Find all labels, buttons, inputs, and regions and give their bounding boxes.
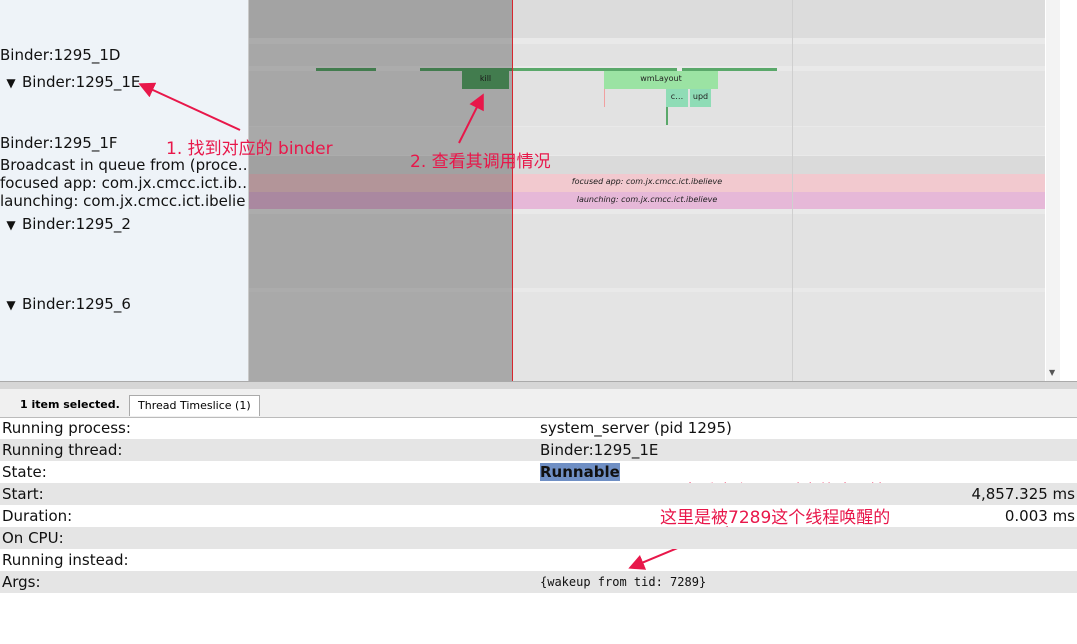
tab-thread-timeslice[interactable]: Thread Timeslice (1) [129, 395, 260, 416]
details-label: Running instead: [2, 551, 129, 569]
details-row: Args: {wakeup from tid: 7289} [0, 571, 1077, 593]
details-label: On CPU: [0, 527, 536, 549]
details-value: Binder:1295_1E [540, 441, 659, 459]
details-value-right: 4,857.325 ms [971, 485, 1075, 503]
details-row: Running process: system_server (pid 1295) [0, 417, 1077, 439]
details-row: State: Runnable [0, 461, 1077, 483]
arrow-2 [458, 93, 484, 144]
details-row: Running thread: Binder:1295_1E [0, 439, 1077, 461]
details-label: Args: [0, 571, 536, 593]
details-label: State: [2, 463, 47, 481]
details-value: {wakeup from tid: 7289} [540, 575, 707, 589]
selection-count: 1 item selected. [20, 398, 120, 411]
details-row: Running instead: [0, 549, 1077, 571]
details-label: Running process: [2, 419, 131, 437]
details-label: Running thread: [0, 439, 536, 461]
details-row: On CPU: [0, 527, 1077, 549]
details-value: Runnable [540, 463, 620, 481]
analysis-tab-bar: 1 item selected. Thread Timeslice (1) [0, 389, 1077, 418]
details-value: system_server (pid 1295) [540, 419, 732, 437]
details-label: Duration: [2, 507, 73, 525]
arrow-1 [138, 82, 241, 131]
details-row: Start: 4,857.325 ms [0, 483, 1077, 505]
details-value-right: 0.003 ms [1004, 507, 1075, 525]
details-row: Duration: 0.003 ms [0, 505, 1077, 527]
details-label: Start: [0, 483, 536, 505]
